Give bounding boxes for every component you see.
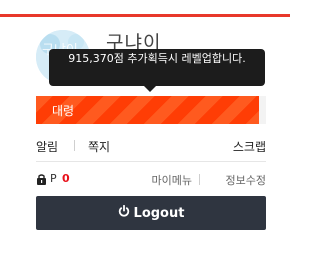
separator bbox=[74, 140, 75, 151]
point-bag-icon bbox=[36, 174, 47, 188]
note-link[interactable]: 쪽지 bbox=[88, 138, 110, 155]
logout-label: Logout bbox=[133, 205, 185, 221]
levelup-tooltip: 915,370점 추가획득시 레벨업합니다. bbox=[49, 49, 265, 86]
scrap-link[interactable]: 스크랩 bbox=[233, 138, 266, 155]
edit-profile-link[interactable]: 정보수정 bbox=[226, 172, 266, 188]
accent-top-rule bbox=[0, 14, 290, 17]
level-label: 대령 bbox=[52, 104, 75, 118]
point-letter: P bbox=[50, 172, 57, 185]
my-menu-link[interactable]: 마이메뉴 bbox=[152, 172, 192, 188]
power-icon bbox=[118, 204, 130, 221]
separator bbox=[199, 174, 200, 185]
tooltip-arrow bbox=[144, 86, 156, 92]
user-links: 알림 쪽지 스크랩 bbox=[36, 138, 266, 154]
points-row: P 0 마이메뉴 정보수정 bbox=[36, 172, 266, 188]
point-value: 0 bbox=[62, 172, 70, 185]
level-progress-bar: 대령 bbox=[36, 96, 266, 124]
logout-button[interactable]: Logout bbox=[36, 196, 266, 230]
divider bbox=[36, 161, 266, 162]
profile-widget: 구냐이 구냐이 915,370점 추가획득시 레벨업합니다. 대령 알림 쪽지 … bbox=[0, 0, 290, 258]
alarm-link[interactable]: 알림 bbox=[36, 138, 58, 155]
